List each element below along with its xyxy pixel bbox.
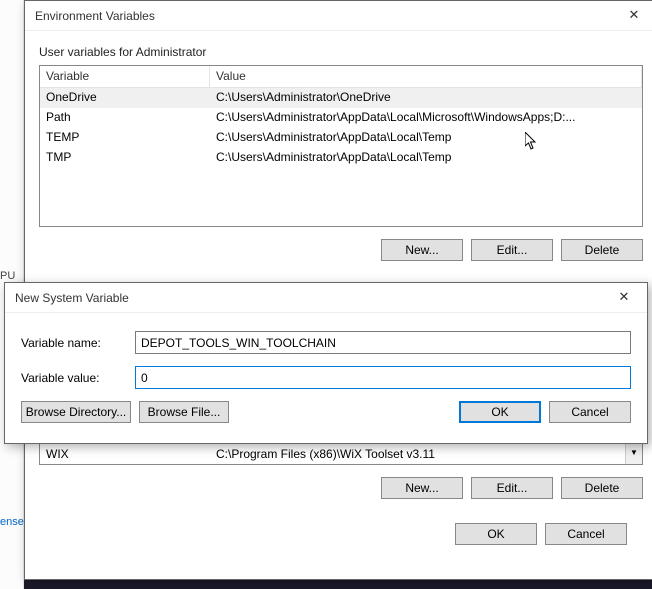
- sys-delete-button[interactable]: Delete: [561, 477, 643, 499]
- system-variables-list[interactable]: WIXC:\Program Files (x86)\WiX Toolset v3…: [39, 443, 643, 465]
- variable-name-input[interactable]: [135, 331, 631, 354]
- table-row[interactable]: TEMPC:\Users\Administrator\AppData\Local…: [40, 128, 642, 148]
- user-edit-button[interactable]: Edit...: [471, 239, 553, 261]
- close-icon[interactable]: ✕: [601, 283, 647, 313]
- sys-row-var[interactable]: WIX: [40, 445, 210, 463]
- bg-link[interactable]: ense: [0, 516, 24, 528]
- user-section-label: User variables for Administrator: [39, 45, 643, 59]
- cell-value: C:\Users\Administrator\OneDrive: [210, 88, 642, 108]
- cell-variable: OneDrive: [40, 88, 210, 108]
- sys-edit-button[interactable]: Edit...: [471, 477, 553, 499]
- cell-value: C:\Users\Administrator\AppData\Local\Mic…: [210, 108, 642, 128]
- user-variables-list[interactable]: Variable Value OneDriveC:\Users\Administ…: [39, 65, 643, 227]
- table-row[interactable]: TMPC:\Users\Administrator\AppData\Local\…: [40, 148, 642, 168]
- close-icon[interactable]: ✕: [611, 1, 652, 31]
- table-row[interactable]: OneDriveC:\Users\Administrator\OneDrive: [40, 88, 642, 108]
- new-system-variable-dialog: New System Variable ✕ Variable name: Var…: [4, 282, 648, 444]
- variable-value-input[interactable]: [135, 366, 631, 389]
- variable-value-label: Variable value:: [21, 371, 135, 385]
- dialog-footer: OK Cancel: [25, 511, 652, 557]
- system-variables-section: WIXC:\Program Files (x86)\WiX Toolset v3…: [25, 443, 652, 465]
- browse-file-button[interactable]: Browse File...: [139, 401, 229, 423]
- user-variables-section: User variables for Administrator Variabl…: [25, 31, 652, 227]
- dialog-title: New System Variable: [15, 291, 601, 305]
- cancel-button[interactable]: Cancel: [545, 523, 627, 545]
- user-new-button[interactable]: New...: [381, 239, 463, 261]
- titlebar[interactable]: Environment Variables ✕: [25, 1, 652, 31]
- header-value[interactable]: Value: [210, 66, 642, 87]
- user-delete-button[interactable]: Delete: [561, 239, 643, 261]
- cell-value: C:\Users\Administrator\AppData\Local\Tem…: [210, 148, 642, 168]
- user-button-bar: New... Edit... Delete: [25, 227, 652, 273]
- titlebar[interactable]: New System Variable ✕: [5, 283, 647, 313]
- list-header[interactable]: Variable Value: [40, 66, 642, 88]
- dialog-title: Environment Variables: [35, 9, 611, 23]
- table-row[interactable]: PathC:\Users\Administrator\AppData\Local…: [40, 108, 642, 128]
- cell-value: C:\Users\Administrator\AppData\Local\Tem…: [210, 128, 642, 148]
- header-variable[interactable]: Variable: [40, 66, 210, 87]
- sys-row-val[interactable]: C:\Program Files (x86)\WiX Toolset v3.11: [210, 445, 642, 463]
- variable-name-label: Variable name:: [21, 336, 135, 350]
- ok-button[interactable]: OK: [455, 523, 537, 545]
- bg-text: PU: [0, 270, 15, 282]
- browse-directory-button[interactable]: Browse Directory...: [21, 401, 131, 423]
- cell-variable: Path: [40, 108, 210, 128]
- sys-new-button[interactable]: New...: [381, 477, 463, 499]
- cancel-button[interactable]: Cancel: [549, 401, 631, 423]
- system-button-bar: New... Edit... Delete: [25, 465, 652, 511]
- chevron-down-icon[interactable]: ▼: [625, 444, 642, 464]
- cell-variable: TMP: [40, 148, 210, 168]
- cell-variable: TEMP: [40, 128, 210, 148]
- ok-button[interactable]: OK: [459, 401, 541, 423]
